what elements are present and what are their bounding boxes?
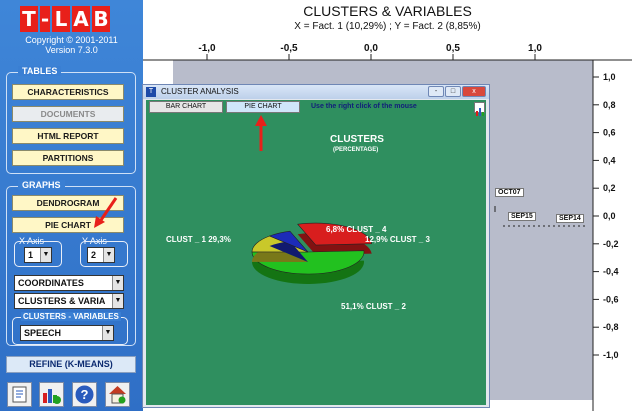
chart-subtitle: (PERCENTAGE) <box>333 147 379 153</box>
chevron-down-icon: ▼ <box>102 326 113 340</box>
refine-kmeans-button[interactable]: REFINE (K-MEANS) <box>6 356 136 373</box>
point-label-oct07: OCT07 <box>495 188 524 197</box>
y-tick-label: 0,0 <box>603 211 616 221</box>
window-title: CLUSTER ANALYSIS <box>161 87 239 96</box>
y-axis-select[interactable]: 2 ▼ <box>87 247 115 263</box>
chart-panel: BAR CHART PIE CHART Use the right click … <box>146 100 486 405</box>
pie-chart <box>251 222 373 284</box>
point-label-sep14: SEP14 <box>556 214 584 223</box>
graphs-title: GRAPHS <box>18 180 65 190</box>
y-tick-label: 1,0 <box>603 72 616 82</box>
copyright-text: Copyright © 2001-2011 <box>25 35 118 45</box>
y-tick-label: -0,4 <box>603 267 619 277</box>
chart-title: CLUSTERS <box>330 134 384 145</box>
red-arrow-icon <box>255 115 267 151</box>
logo-letter: T <box>20 6 38 32</box>
bar-chart-tab[interactable]: BAR CHART <box>149 101 223 113</box>
x-tick-label: 0,5 <box>446 43 460 54</box>
y-tick-label: -0,6 <box>603 294 619 304</box>
version-text: Version 7.3.0 <box>45 45 98 55</box>
y-tick-label: 0,6 <box>603 128 616 138</box>
y-tick-label: -0,8 <box>603 322 619 332</box>
x-tick-label: 1,0 <box>528 43 542 54</box>
minimize-button[interactable]: - <box>428 86 444 97</box>
coordinates-value: COORDINATES <box>18 278 84 288</box>
slice-label-clust-4: 6,8% CLUST _ 4 <box>326 225 387 234</box>
red-arrow-icon <box>94 197 118 228</box>
chevron-down-icon: ▼ <box>112 294 123 308</box>
plot-subtitle: X = Fact. 1 (10,29%) ; Y = Fact. 2 (8,85… <box>294 21 481 32</box>
x-axis-select[interactable]: 1 ▼ <box>24 247 52 263</box>
y-axis-value: 2 <box>91 250 97 260</box>
logo-letter: B <box>92 6 110 32</box>
y-tick-label: 0,8 <box>603 100 616 110</box>
maximize-button[interactable]: □ <box>445 86 461 97</box>
tlab-logo: T - L A B <box>20 6 112 32</box>
chart-settings-icon[interactable] <box>474 102 485 116</box>
right-click-hint: Use the right click of the mouse <box>311 103 417 110</box>
slice-label-clust-1: CLUST _ 1 29,3% <box>166 235 231 244</box>
svg-text:?: ? <box>81 387 89 402</box>
view-value: CLUSTERS & VARIA <box>18 296 106 306</box>
clusters-variables-title: CLUSTERS - VARIABLES <box>21 312 121 321</box>
y-tick-label: 0,2 <box>603 183 616 193</box>
x-axis-value: 1 <box>28 250 34 260</box>
x-tick-label: -0,5 <box>280 43 298 54</box>
logo-letter: A <box>72 6 90 32</box>
chevron-down-icon: ▼ <box>112 276 123 290</box>
x-tick-label: 0,0 <box>364 43 378 54</box>
y-tick-label: 0,4 <box>603 155 616 165</box>
x-tick-label: -1,0 <box>198 43 216 54</box>
coordinates-select[interactable]: COORDINATES ▼ <box>14 275 124 291</box>
plot-title: CLUSTERS & VARIABLES <box>303 3 472 19</box>
partitions-button[interactable]: PARTITIONS <box>12 150 124 166</box>
question-icon[interactable]: ? <box>72 382 97 407</box>
chart-check-icon[interactable] <box>39 382 64 407</box>
y-tick-label: -0,2 <box>603 239 619 249</box>
pie-chart-tab[interactable]: PIE CHART <box>226 101 300 113</box>
chevron-down-icon: ▼ <box>103 248 114 262</box>
help-icon[interactable] <box>7 382 32 407</box>
documents-button[interactable]: DOCUMENTS <box>12 106 124 122</box>
view-select[interactable]: CLUSTERS & VARIA ▼ <box>14 293 124 309</box>
logo-letter: L <box>52 6 70 32</box>
cluster-analysis-window: T CLUSTER ANALYSIS - □ x BAR CHART PIE C… <box>142 84 490 408</box>
slice-label-clust-3: 12,9% CLUST _ 3 <box>365 235 430 244</box>
speech-value: SPEECH <box>24 328 62 338</box>
speech-select[interactable]: SPEECH ▼ <box>20 325 114 341</box>
html-report-button[interactable]: HTML REPORT <box>12 128 124 144</box>
slice-label-clust-2: 51,1% CLUST _ 2 <box>341 302 406 311</box>
characteristics-button[interactable]: CHARACTERISTICS <box>12 84 124 100</box>
window-titlebar[interactable]: T CLUSTER ANALYSIS - □ x <box>143 85 489 99</box>
close-button[interactable]: x <box>462 86 486 97</box>
point-label-sep15: SEP15 <box>508 212 536 221</box>
logo-letter: - <box>40 6 50 32</box>
chevron-down-icon: ▼ <box>40 248 51 262</box>
sidebar: T - L A B Copyright © 2001-2011 Version … <box>0 0 143 411</box>
home-icon[interactable] <box>105 382 130 407</box>
y-tick-label: -1,0 <box>603 350 619 360</box>
app-icon: T <box>146 87 156 97</box>
tables-title: TABLES <box>18 66 62 76</box>
